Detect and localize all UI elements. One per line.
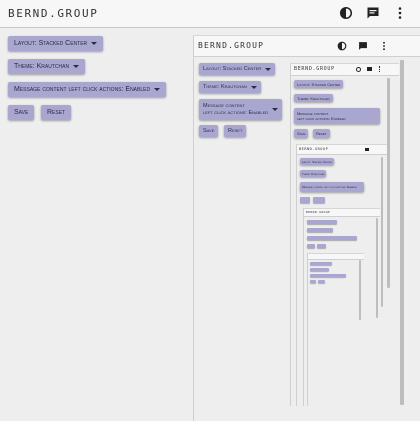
preview-5-reset-button [318,280,325,283]
preview-3-layout-label: Layout: Stacked Center [302,159,332,164]
preview-3-theme-label: Theme: Krautchan [302,171,325,176]
preview-message-line1: Message content [203,102,245,109]
preview-3-save-button [300,197,310,203]
app-bar: BERND.GROUP [0,0,420,28]
more-vert-icon [379,66,381,72]
preview-4-app-bar: BERND.GROUP [304,209,380,217]
contrast-icon [356,67,361,72]
chevron-down-icon [91,42,98,45]
preview-message-select: Message content left click actions: Enab… [199,99,283,120]
chevron-down-icon [154,88,161,91]
preview-4-reset-button [317,244,326,248]
chat-icon [365,148,369,151]
preview-3-message-label: Message content left click actions: Enab… [302,185,358,189]
message-action-select[interactable]: Message content left click actions: Enab… [8,82,167,97]
chat-icon[interactable] [366,6,380,20]
preview-reset-button: Reset [224,125,247,137]
preview-2-theme-select: Theme: Krautchan [294,94,333,102]
preview-3-message-select: Message content left click actions: Enab… [300,182,364,192]
theme-select[interactable]: Theme: Krautchan [8,59,86,74]
contrast-icon [337,41,347,51]
preview-4-layout-select [307,220,337,224]
message-action-label: Message content left click actions: Enab… [14,86,151,93]
chevron-down-icon [265,67,272,71]
preview-3-reset-button [313,197,325,203]
preview-4-theme-select [307,228,333,232]
save-button[interactable]: Save [8,105,35,120]
preview-theme-label: Theme: Krautchan [203,84,247,90]
preview-layout-label: Layout: Stacked Center [203,66,262,72]
preview-5-theme-select [310,268,329,271]
preview-window-4: BERND.GROUP [303,208,380,406]
preview-2-brand: BERND.GROUP [294,66,335,72]
chevron-down-icon [250,85,257,89]
brand-title: BERND.GROUP [8,7,99,20]
preview-3-scrollbar [381,157,383,307]
preview-5-app-bar [308,254,364,260]
layout-select[interactable]: Layout: Stacked Center [8,36,104,51]
contrast-icon[interactable] [339,6,353,20]
preview-message-line2: left click actions: Enabled [203,109,269,116]
preview-4-brand: BERND.GROUP [306,210,331,214]
preview-2-app-bar: BERND.GROUP [291,64,399,76]
preview-4-save-button [307,244,315,248]
preview-3-theme-select: Theme: Krautchan [300,170,327,177]
preview-brand: BERND.GROUP [198,41,265,50]
preview-2-save-label: Save [297,131,306,136]
preview-2-reset-label: Reset [316,131,327,136]
preview-window-5 [307,253,364,406]
preview-window: BERND.GROUP Layout: Stacked Center Theme… [193,35,420,421]
preview-save-label: Save [203,128,215,134]
more-vert-icon [383,41,385,51]
more-vert-icon[interactable] [393,6,407,20]
preview-save-button: Save [199,125,219,137]
preview-window-3: BERND.GROUP Layout: Stacked Center Theme… [296,144,387,406]
reset-button-label: Reset [47,109,66,116]
preview-5-save-button [310,280,316,283]
preview-4-scrollbar [376,218,378,318]
preview-2-theme-label: Theme: Krautchan [297,95,330,101]
preview-3-layout-select: Layout: Stacked Center [300,158,334,165]
preview-5-layout-select [310,262,332,265]
preview-3-brand: BERND.GROUP [299,147,329,151]
chat-icon [367,67,372,71]
preview-app-bar: BERND.GROUP [194,36,420,57]
preview-reset-label: Reset [228,128,243,134]
preview-layout-select: Layout: Stacked Center [199,63,276,75]
preview-2-scrollbar [387,78,390,288]
preview-scrollbar[interactable] [400,60,404,405]
layout-select-label: Layout: Stacked Center [14,40,88,47]
preview-theme-select: Theme: Krautchan [199,81,261,93]
preview-4-message-select [307,236,357,240]
save-button-label: Save [14,109,29,116]
chat-icon [359,42,367,50]
preview-2-layout-label: Layout: Stacked Center [297,81,341,87]
theme-select-label: Theme: Krautchan [14,63,70,70]
preview-2-save-button: Save [294,129,309,138]
preview-window-2: BERND.GROUP Layout: Stacked Center Theme… [290,63,399,406]
chevron-down-icon [272,108,279,111]
preview-5-message-select [310,274,346,277]
preview-5-scrollbar [359,260,361,320]
chevron-down-icon [73,65,80,68]
preview-2-reset-button: Reset [313,129,330,138]
preview-2-message-select: Message content left click actions: Enab… [294,108,380,124]
preview-2-message-line2: left click actions: Enabled [297,116,346,121]
preview-2-layout-select: Layout: Stacked Center [294,80,344,88]
preview-3-app-bar: BERND.GROUP [297,145,387,155]
reset-button[interactable]: Reset [41,105,72,120]
